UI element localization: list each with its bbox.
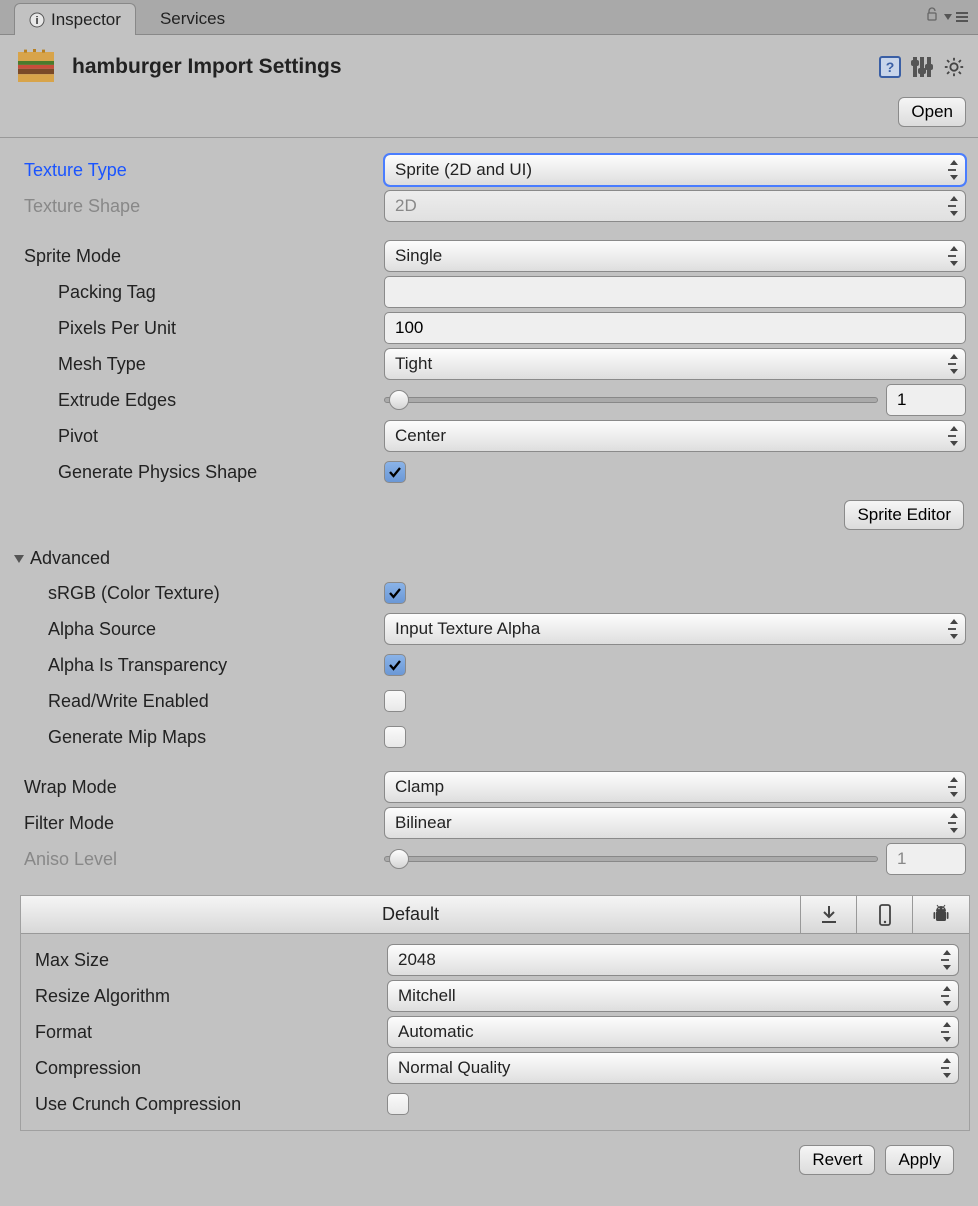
extrude-edges-input[interactable] (886, 384, 966, 416)
aniso-input (886, 843, 966, 875)
extrude-edges-slider[interactable] (384, 390, 878, 410)
platform-tab-default[interactable]: Default (21, 896, 801, 934)
filter-mode-dropdown[interactable]: Bilinear (384, 807, 966, 839)
alpha-source-label: Alpha Source (24, 619, 384, 640)
pivot-label: Pivot (24, 426, 384, 447)
wrap-mode-dropdown[interactable]: Clamp (384, 771, 966, 803)
apply-button[interactable]: Apply (885, 1145, 954, 1175)
extrude-edges-label: Extrude Edges (24, 390, 384, 411)
crunch-label: Use Crunch Compression (31, 1094, 387, 1115)
texture-shape-label: Texture Shape (24, 196, 384, 217)
generate-physics-label: Generate Physics Shape (24, 462, 384, 483)
wrap-mode-label: Wrap Mode (24, 777, 384, 798)
tab-bar: i Inspector Services (0, 0, 978, 35)
tab-inspector-label: Inspector (51, 10, 121, 30)
help-icon[interactable]: ? (878, 55, 902, 79)
tab-services[interactable]: Services (146, 3, 239, 35)
import-settings-form: Texture Type Sprite (2D and UI) Texture … (0, 138, 978, 1201)
aniso-slider (384, 849, 878, 869)
foldout-arrow-icon (14, 555, 24, 563)
aniso-label: Aniso Level (24, 849, 384, 870)
platform-tab-ios[interactable] (857, 896, 913, 934)
platform-tab-standalone[interactable] (801, 896, 857, 934)
revert-button[interactable]: Revert (799, 1145, 875, 1175)
pixels-per-unit-label: Pixels Per Unit (24, 318, 384, 339)
tab-services-label: Services (160, 9, 225, 29)
sprite-mode-label: Sprite Mode (24, 246, 384, 267)
platform-settings: Default Max Size 2048 Resize Algorithm M… (20, 895, 970, 1131)
format-dropdown[interactable]: Automatic (387, 1016, 959, 1048)
compression-dropdown[interactable]: Normal Quality (387, 1052, 959, 1084)
android-icon (931, 903, 951, 927)
svg-text:i: i (35, 15, 38, 27)
page-title: hamburger Import Settings (72, 55, 342, 79)
generate-physics-checkbox[interactable] (384, 461, 406, 483)
alpha-trans-label: Alpha Is Transparency (24, 655, 384, 676)
read-write-checkbox[interactable] (384, 690, 406, 712)
packing-tag-label: Packing Tag (24, 282, 384, 303)
open-button[interactable]: Open (898, 97, 966, 127)
tab-inspector[interactable]: i Inspector (14, 3, 136, 35)
max-size-label: Max Size (31, 950, 387, 971)
max-size-dropdown[interactable]: 2048 (387, 944, 959, 976)
gen-mips-checkbox[interactable] (384, 726, 406, 748)
inspector-header: hamburger Import Settings ? Open (0, 35, 978, 138)
format-label: Format (31, 1022, 387, 1043)
phone-icon (875, 903, 895, 927)
read-write-label: Read/Write Enabled (24, 691, 384, 712)
texture-type-dropdown[interactable]: Sprite (2D and UI) (384, 154, 966, 186)
texture-shape-dropdown: 2D (384, 190, 966, 222)
gen-mips-label: Generate Mip Maps (24, 727, 384, 748)
advanced-foldout[interactable]: Advanced (14, 548, 966, 569)
mesh-type-label: Mesh Type (24, 354, 384, 375)
srgb-label: sRGB (Color Texture) (24, 583, 384, 604)
asset-thumbnail-icon (12, 43, 60, 91)
resize-dropdown[interactable]: Mitchell (387, 980, 959, 1012)
sprite-editor-button[interactable]: Sprite Editor (844, 500, 964, 530)
packing-tag-input[interactable] (384, 276, 966, 308)
context-menu-icon[interactable] (956, 12, 968, 22)
resize-label: Resize Algorithm (31, 986, 387, 1007)
mesh-type-dropdown[interactable]: Tight (384, 348, 966, 380)
filter-mode-label: Filter Mode (24, 813, 384, 834)
sprite-mode-dropdown[interactable]: Single (384, 240, 966, 272)
presets-icon[interactable] (910, 55, 934, 79)
crunch-checkbox[interactable] (387, 1093, 409, 1115)
download-icon (819, 903, 839, 927)
dropdown-icon[interactable] (944, 14, 952, 20)
pivot-dropdown[interactable]: Center (384, 420, 966, 452)
alpha-trans-checkbox[interactable] (384, 654, 406, 676)
srgb-checkbox[interactable] (384, 582, 406, 604)
pixels-per-unit-input[interactable] (384, 312, 966, 344)
compression-label: Compression (31, 1058, 387, 1079)
platform-tab-android[interactable] (913, 896, 969, 934)
alpha-source-dropdown[interactable]: Input Texture Alpha (384, 613, 966, 645)
texture-type-label: Texture Type (24, 160, 384, 181)
info-icon: i (29, 12, 45, 28)
lock-icon[interactable] (924, 6, 940, 27)
gear-icon[interactable] (942, 55, 966, 79)
